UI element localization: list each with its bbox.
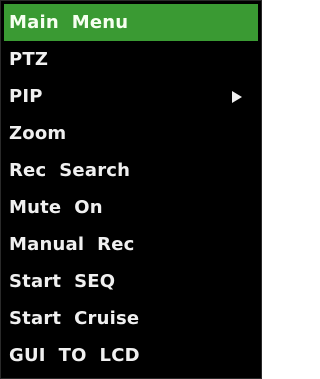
menu-item-label: GUI TO LCD bbox=[9, 345, 140, 366]
triangle-right-icon bbox=[232, 90, 242, 103]
context-menu: Main Menu PTZ PIP Zoom Rec Search Mute O… bbox=[0, 0, 262, 379]
menu-item-label: PTZ bbox=[9, 49, 49, 70]
menu-item-manual-rec[interactable]: Manual Rec bbox=[4, 226, 258, 263]
menu-item-label: Zoom bbox=[9, 123, 67, 144]
menu-item-pip[interactable]: PIP bbox=[4, 78, 258, 115]
menu-item-rec-search[interactable]: Rec Search bbox=[4, 152, 258, 189]
menu-item-ptz[interactable]: PTZ bbox=[4, 41, 258, 78]
menu-item-main-menu[interactable]: Main Menu bbox=[4, 4, 258, 41]
menu-item-label: Start Cruise bbox=[9, 308, 140, 329]
menu-item-start-seq[interactable]: Start SEQ bbox=[4, 263, 258, 300]
menu-item-zoom[interactable]: Zoom bbox=[4, 115, 258, 152]
menu-item-label: Mute On bbox=[9, 197, 103, 218]
menu-item-label: PIP bbox=[9, 86, 43, 107]
menu-item-start-cruise[interactable]: Start Cruise bbox=[4, 300, 258, 337]
menu-item-label: Start SEQ bbox=[9, 271, 116, 292]
menu-item-gui-to-lcd[interactable]: GUI TO LCD bbox=[4, 337, 258, 374]
menu-item-label: Manual Rec bbox=[9, 234, 135, 255]
menu-item-mute-on[interactable]: Mute On bbox=[4, 189, 258, 226]
menu-item-label: Main Menu bbox=[9, 12, 129, 33]
menu-item-label: Rec Search bbox=[9, 160, 131, 181]
